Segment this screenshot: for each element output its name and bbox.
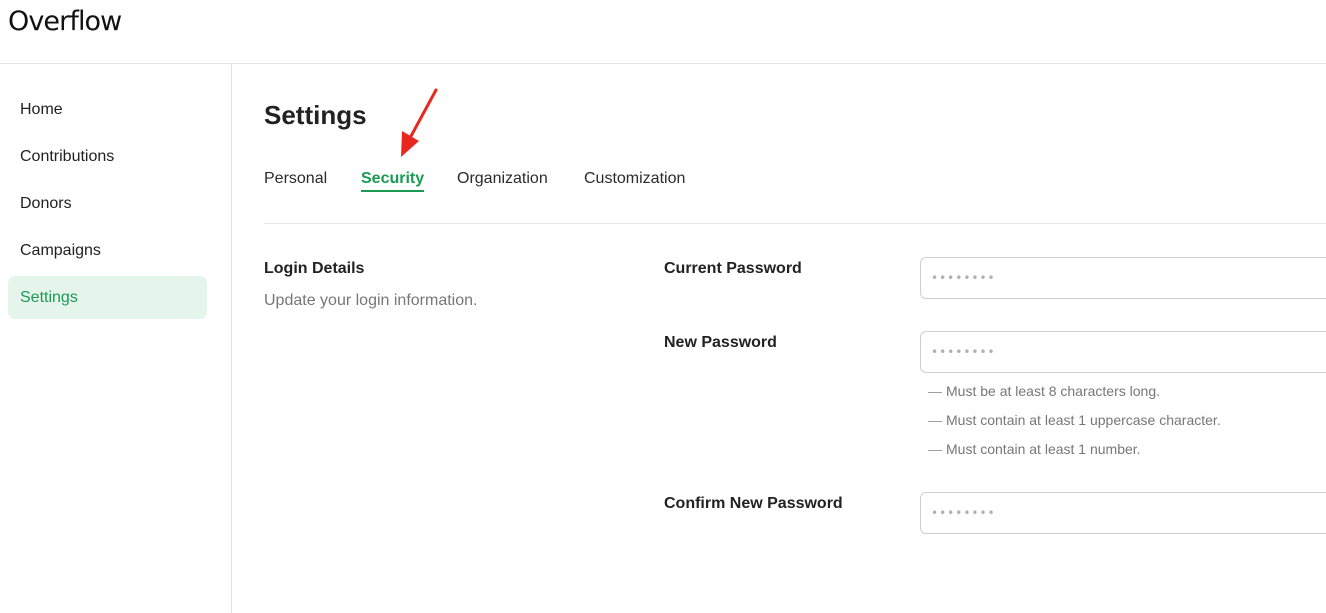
current-password-label: Current Password (664, 260, 802, 277)
confirm-password-field[interactable] (920, 492, 1326, 534)
tab-security[interactable]: Security (361, 169, 425, 192)
tab-personal[interactable]: Personal (264, 169, 327, 189)
current-password-field[interactable] (920, 257, 1326, 299)
new-password-field[interactable] (920, 331, 1326, 373)
sidebar-item-home[interactable]: Home (8, 88, 207, 131)
password-hint: — Must be at least 8 characters long. (928, 383, 1160, 399)
sidebar: Home Contributions Donors Campaigns Sett… (0, 64, 232, 613)
password-hint: — Must contain at least 1 number. (928, 441, 1141, 457)
section-description: Update your login information. (264, 292, 478, 309)
sidebar-item-donors[interactable]: Donors (8, 182, 207, 225)
app-logo[interactable]: Overflow (8, 6, 122, 37)
tabs-divider (264, 223, 1326, 224)
confirm-password-label: Confirm New Password (664, 495, 843, 512)
new-password-label: New Password (664, 334, 777, 351)
sidebar-item-campaigns[interactable]: Campaigns (8, 229, 207, 272)
main-content: Settings Personal Security Organization … (232, 64, 1326, 613)
page-title: Settings (264, 100, 367, 130)
tab-customization[interactable]: Customization (584, 169, 685, 189)
sidebar-item-settings[interactable]: Settings (8, 276, 207, 319)
sidebar-item-contributions[interactable]: Contributions (8, 135, 207, 178)
tab-organization[interactable]: Organization (457, 169, 548, 189)
section-title: Login Details (264, 260, 365, 277)
password-hint: — Must contain at least 1 uppercase chara… (928, 412, 1221, 428)
top-bar: Overflow (0, 0, 1326, 64)
